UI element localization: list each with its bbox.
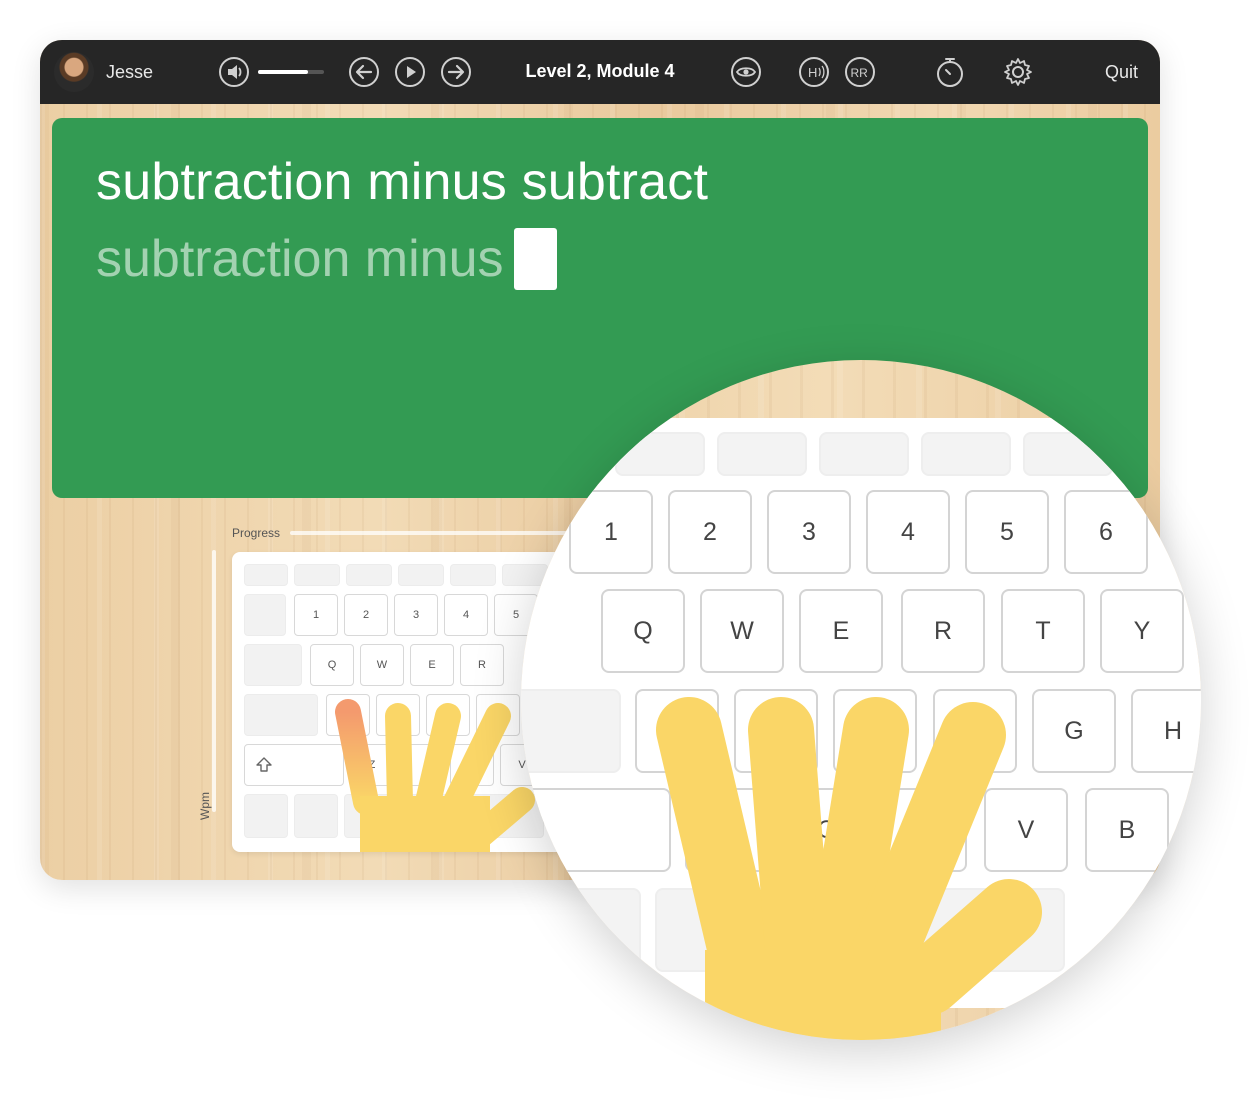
text-cursor	[513, 228, 557, 290]
hint-audio-icon[interactable]: H	[798, 56, 830, 88]
repeat-label: RR	[851, 66, 869, 80]
magnifier-lens: 1 2 3 4 5 6 Q W E R T Y G H X C V B	[521, 360, 1201, 1040]
progress-label: Progress	[232, 526, 281, 540]
wpm-label: Wpm	[198, 792, 212, 820]
gear-icon[interactable]	[1002, 56, 1034, 88]
magnified-hand-guide	[656, 697, 1042, 1040]
play-icon[interactable]	[394, 56, 426, 88]
palm	[360, 796, 490, 852]
lesson-title: Level 2, Module 4	[525, 61, 675, 81]
hint-audio-label: H	[808, 65, 817, 80]
back-icon[interactable]	[348, 56, 380, 88]
quit-button[interactable]: Quit	[1105, 62, 1138, 83]
pinky-finger	[656, 697, 776, 993]
eye-icon[interactable]	[730, 56, 762, 88]
ring-finger	[748, 697, 832, 993]
pinky-finger-highlighted	[335, 699, 379, 815]
user-avatar[interactable]	[54, 52, 94, 92]
target-text: subtraction minus subtract	[96, 153, 709, 211]
volume-slider-fill	[258, 70, 308, 74]
ring-finger	[385, 703, 413, 815]
volume-icon[interactable]	[218, 56, 250, 88]
volume-slider[interactable]	[258, 70, 324, 74]
wpm-meter	[212, 550, 216, 812]
typed-text: subtraction minus	[96, 230, 504, 288]
palm	[705, 950, 941, 1040]
index-finger	[443, 703, 511, 815]
user-name: Jesse	[106, 62, 154, 82]
timer-icon[interactable]	[934, 56, 966, 88]
forward-icon[interactable]	[440, 56, 472, 88]
lesson-title-wrap: Level 2, Module 4	[40, 61, 1160, 82]
middle-finger	[415, 703, 461, 815]
typed-text-line[interactable]: subtraction minus	[96, 228, 557, 290]
repeat-icon[interactable]: RR	[844, 56, 876, 88]
top-toolbar: Jesse Level 2, Module 4 H RR Quit	[40, 40, 1160, 104]
